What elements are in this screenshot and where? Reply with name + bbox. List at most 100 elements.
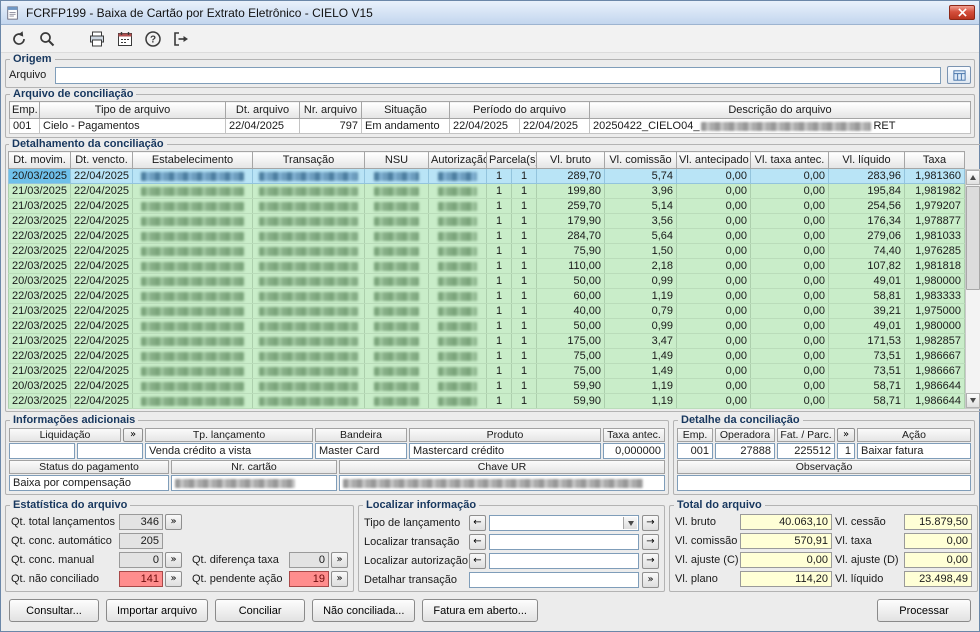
col-emp: Emp. bbox=[9, 101, 40, 119]
cell-vl-bruto: 75,00 bbox=[536, 348, 605, 364]
help-button[interactable]: ? bbox=[141, 28, 165, 50]
calendar-button[interactable] bbox=[113, 28, 137, 50]
cell-transacao bbox=[252, 393, 365, 409]
fatura-em-aberto-button[interactable]: Fatura em aberto... bbox=[422, 599, 538, 622]
cell-vl-antecipado: 0,00 bbox=[676, 378, 751, 394]
cell-autorizacao bbox=[428, 378, 487, 394]
cell-parcela-1: 1 bbox=[486, 258, 512, 274]
search-button[interactable] bbox=[35, 28, 59, 50]
transacao-prev-button[interactable]: ← bbox=[469, 534, 486, 550]
cell-parcela-1: 1 bbox=[486, 378, 512, 394]
status-pagamento-field[interactable]: Baixa por compensação bbox=[9, 475, 169, 491]
consultar-button[interactable]: Consultar... bbox=[9, 599, 99, 622]
vertical-scrollbar[interactable] bbox=[965, 169, 980, 409]
table-row[interactable]: 21/03/2025 22/04/2025 1 1 75,00 1,49 0,0… bbox=[8, 363, 965, 379]
cell-vl-comissao: 1,19 bbox=[604, 378, 677, 394]
detalhar-more-button[interactable]: » bbox=[642, 572, 659, 588]
produto-field[interactable]: Mastercard crédito bbox=[409, 443, 601, 459]
estatistica-title: Estatística do arquivo bbox=[13, 499, 128, 511]
conciliar-button[interactable]: Conciliar bbox=[215, 599, 306, 622]
qt-pendente-more-button[interactable]: » bbox=[331, 571, 348, 587]
qt-nao-conciliado-field: 141 bbox=[119, 571, 163, 587]
liquidacao-more-button[interactable]: » bbox=[123, 428, 143, 442]
observacao-field[interactable] bbox=[677, 475, 971, 491]
cell-parcela-2: 1 bbox=[511, 243, 537, 259]
transacao-next-button[interactable]: → bbox=[642, 534, 659, 550]
qt-total-more-button[interactable]: » bbox=[165, 514, 182, 530]
scroll-up-button[interactable] bbox=[966, 170, 980, 185]
scroll-down-button[interactable] bbox=[966, 393, 980, 408]
cell-nsu bbox=[364, 303, 429, 319]
localizar-transacao-input[interactable] bbox=[489, 534, 639, 550]
table-row[interactable]: 22/03/2025 22/04/2025 1 1 75,00 1,49 0,0… bbox=[8, 348, 965, 364]
cell-nsu bbox=[364, 183, 429, 199]
table-row[interactable]: 22/03/2025 22/04/2025 1 1 75,90 1,50 0,0… bbox=[8, 243, 965, 259]
cell-vl-antecipado: 0,00 bbox=[676, 303, 751, 319]
table-row[interactable]: 21/03/2025 22/04/2025 1 1 199,80 3,96 0,… bbox=[8, 183, 965, 199]
nao-conciliada-button[interactable]: Não conciliada... bbox=[312, 599, 416, 622]
print-button[interactable] bbox=[85, 28, 109, 50]
table-row[interactable]: 22/03/2025 22/04/2025 1 1 179,90 3,56 0,… bbox=[8, 213, 965, 229]
informacoes-adicionais-section: Informações adicionais Liquidação » Tp. … bbox=[5, 415, 669, 495]
importar-arquivo-button[interactable]: Importar arquivo bbox=[106, 599, 209, 622]
cell-nsu bbox=[364, 198, 429, 214]
bandeira-field[interactable]: Master Card bbox=[315, 443, 407, 459]
redacted-chave-ur bbox=[343, 478, 643, 488]
tipo-next-button[interactable]: → bbox=[642, 515, 659, 531]
redacted-transacao bbox=[259, 246, 358, 256]
liquidacao-field-1[interactable] bbox=[9, 443, 75, 459]
close-button[interactable] bbox=[949, 5, 975, 20]
cell-vl-taxa-antec: 0,00 bbox=[750, 243, 829, 259]
nr-cartao-field[interactable] bbox=[171, 475, 337, 491]
tipo-lancamento-combo[interactable] bbox=[489, 515, 639, 531]
cell-transacao bbox=[252, 183, 365, 199]
detalhe-more-button[interactable]: » bbox=[837, 428, 855, 442]
table-row[interactable]: 21/03/2025 22/04/2025 1 1 175,00 3,47 0,… bbox=[8, 333, 965, 349]
cell-autorizacao bbox=[428, 303, 487, 319]
table-row[interactable]: 20/03/2025 22/04/2025 1 1 59,90 1,19 0,0… bbox=[8, 378, 965, 394]
vl-cessao-label: Vl. cessão bbox=[835, 516, 886, 528]
arquivo-row[interactable]: 001 Cielo - Pagamentos 22/04/2025 797 Em… bbox=[9, 118, 971, 134]
cell-parcela-1: 1 bbox=[486, 318, 512, 334]
scrollbar-thumb[interactable] bbox=[966, 186, 980, 290]
cell-estabelecimento bbox=[132, 273, 253, 289]
table-row[interactable]: 22/03/2025 22/04/2025 1 1 60,00 1,19 0,0… bbox=[8, 288, 965, 304]
liquidacao-field-2[interactable] bbox=[77, 443, 143, 459]
redacted-autorizacao bbox=[437, 246, 478, 256]
cell-taxa: 1,986667 bbox=[904, 363, 965, 379]
detalhar-transacao-input[interactable] bbox=[469, 572, 639, 588]
combo-dropdown-icon[interactable] bbox=[623, 517, 637, 529]
cell-vl-taxa-antec: 0,00 bbox=[750, 213, 829, 229]
chave-ur-field[interactable] bbox=[339, 475, 665, 491]
undo-button[interactable] bbox=[7, 28, 31, 50]
localizar-autorizacao-input[interactable] bbox=[489, 553, 639, 569]
table-row[interactable]: 22/03/2025 22/04/2025 1 1 59,90 1,19 0,0… bbox=[8, 393, 965, 409]
cell-vl-comissao: 3,56 bbox=[604, 213, 677, 229]
cell-autorizacao bbox=[428, 318, 487, 334]
cell-nsu bbox=[364, 273, 429, 289]
table-row[interactable]: 20/03/2025 22/04/2025 1 1 289,70 5,74 0,… bbox=[8, 168, 965, 184]
table-row[interactable]: 22/03/2025 22/04/2025 1 1 50,00 0,99 0,0… bbox=[8, 318, 965, 334]
cell-taxa: 1,986644 bbox=[904, 378, 965, 394]
autorizacao-prev-button[interactable]: ← bbox=[469, 553, 486, 569]
vl-taxa-field: 0,00 bbox=[904, 533, 972, 549]
table-row[interactable]: 21/03/2025 22/04/2025 1 1 40,00 0,79 0,0… bbox=[8, 303, 965, 319]
detalhe-acao-field[interactable]: Baixar fatura bbox=[857, 443, 971, 459]
table-row[interactable]: 22/03/2025 22/04/2025 1 1 110,00 2,18 0,… bbox=[8, 258, 965, 274]
table-row[interactable]: 21/03/2025 22/04/2025 1 1 259,70 5,14 0,… bbox=[8, 198, 965, 214]
arquivo-input[interactable] bbox=[55, 66, 941, 84]
qt-nao-conciliado-more-button[interactable]: » bbox=[165, 571, 182, 587]
taxa-antec-field[interactable]: 0,000000 bbox=[603, 443, 665, 459]
processar-button[interactable]: Processar bbox=[877, 599, 971, 622]
table-row[interactable]: 22/03/2025 22/04/2025 1 1 284,70 5,64 0,… bbox=[8, 228, 965, 244]
exit-button[interactable] bbox=[169, 28, 193, 50]
qt-manual-more-button[interactable]: » bbox=[165, 552, 182, 568]
tp-lancamento-field[interactable]: Venda crédito a vista bbox=[145, 443, 313, 459]
qt-dif-taxa-more-button[interactable]: » bbox=[331, 552, 348, 568]
tipo-prev-button[interactable]: ← bbox=[469, 515, 486, 531]
cell-vl-bruto: 289,70 bbox=[536, 168, 605, 184]
table-row[interactable]: 20/03/2025 22/04/2025 1 1 50,00 0,99 0,0… bbox=[8, 273, 965, 289]
browse-file-button[interactable] bbox=[947, 66, 971, 84]
autorizacao-next-button[interactable]: → bbox=[642, 553, 659, 569]
detalhe-conciliacao-title: Detalhe da conciliação bbox=[681, 414, 800, 426]
